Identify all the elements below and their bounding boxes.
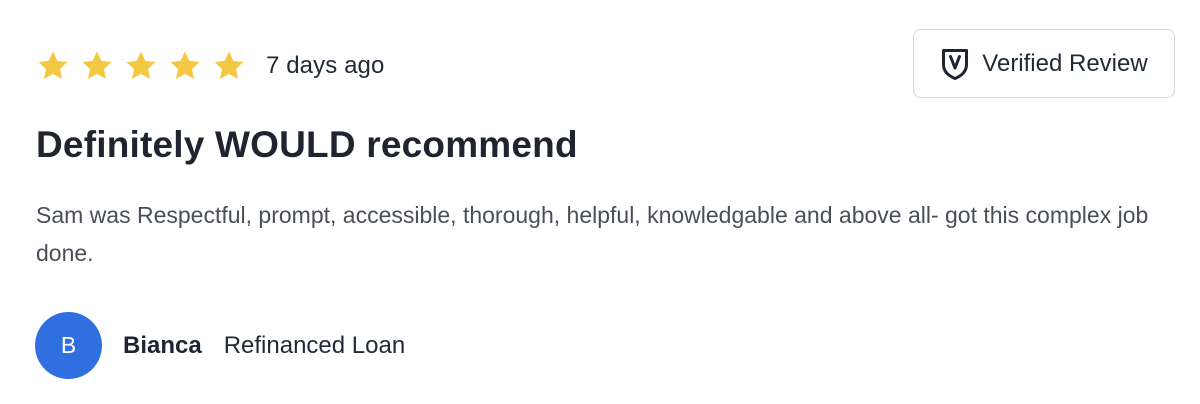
review-header: 7 days ago [36, 44, 384, 88]
star-icon [80, 49, 114, 83]
avatar: B [35, 312, 102, 379]
loan-type: Refinanced Loan [223, 331, 406, 359]
verified-review-badge[interactable]: Verified Review [913, 29, 1175, 98]
review-time-ago: 7 days ago [266, 52, 385, 79]
star-icon [36, 49, 70, 83]
review-author: B Bianca Refinanced Loan [35, 312, 405, 379]
star-icon [212, 49, 246, 83]
star-icon [124, 49, 158, 83]
review-title: Definitely WOULD recommend [36, 124, 578, 165]
star-icon [168, 49, 202, 83]
review-card: 7 days ago Verified Review Definitely WO… [0, 0, 1200, 404]
verified-review-label: Verified Review [982, 49, 1148, 77]
author-name: Bianca [123, 331, 202, 359]
review-body: Sam was Respectful, prompt, accessible, … [36, 202, 1149, 266]
shield-check-icon [940, 47, 970, 81]
star-rating [36, 49, 256, 83]
